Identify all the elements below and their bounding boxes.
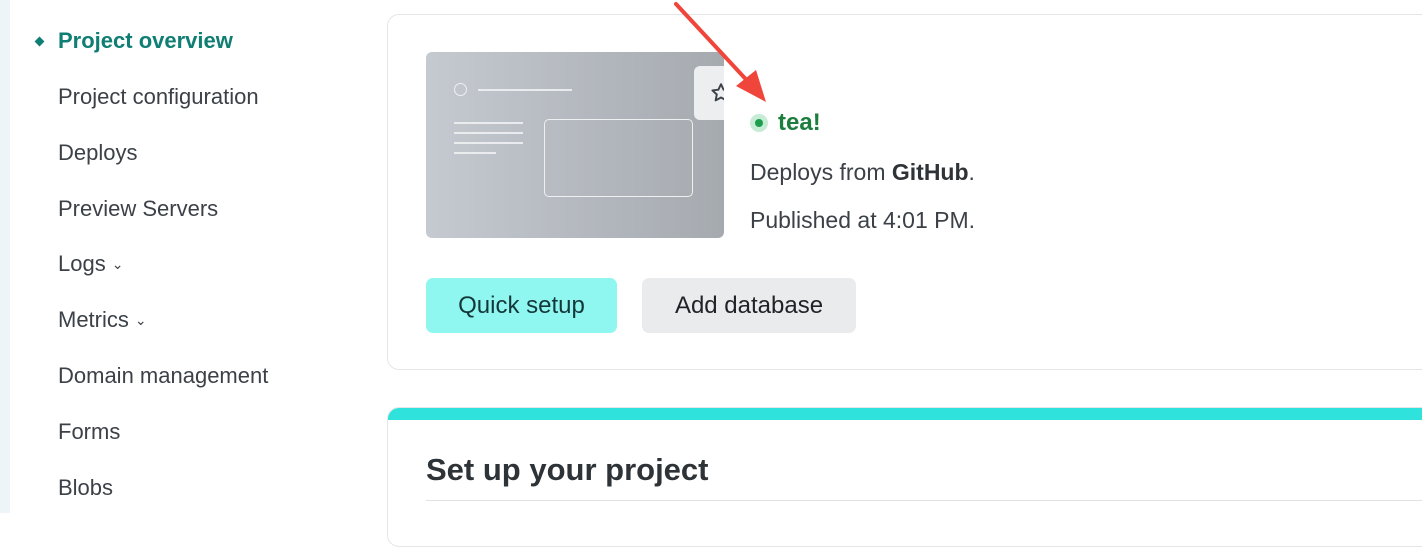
sidebar-item-domain-management[interactable]: Domain management <box>58 361 268 391</box>
preview-line-graphic <box>454 152 496 154</box>
left-edge-strip <box>0 0 10 513</box>
sidebar-item-project-configuration[interactable]: Project configuration <box>58 82 259 112</box>
sidebar-item-label: Project overview <box>58 28 233 53</box>
setup-card-accent-bar <box>388 408 1422 420</box>
preview-line-graphic <box>454 122 523 124</box>
sidebar-item-label: Preview Servers <box>58 196 219 221</box>
deploys-prefix: Deploys from <box>750 159 892 185</box>
active-indicator-icon <box>34 36 45 47</box>
setup-section-title: Set up your project <box>426 452 709 487</box>
sidebar-item-project-overview[interactable]: Project overview <box>34 26 233 56</box>
sidebar-item-label: Project configuration <box>58 84 259 109</box>
sidebar-item-logs[interactable]: Logs ⌄ <box>58 249 123 279</box>
annotation-arrow-icon <box>674 2 766 102</box>
sidebar-item-label: Domain management <box>58 363 269 388</box>
sidebar-item-metrics[interactable]: Metrics ⌄ <box>58 305 147 335</box>
sidebar-nav: Project overview Project configuration D… <box>10 0 370 513</box>
sidebar-item-deploys[interactable]: Deploys <box>58 138 137 168</box>
preview-line-graphic <box>454 132 523 134</box>
site-name-text: tea! <box>778 109 821 136</box>
site-name-link[interactable]: tea! <box>750 109 821 137</box>
status-dot-icon <box>750 114 768 132</box>
sidebar-item-label: Forms <box>58 419 121 444</box>
sidebar-item-label: Blobs <box>58 475 114 500</box>
setup-project-card: Set up your project <box>387 407 1422 547</box>
chevron-down-icon: ⌄ <box>134 312 147 328</box>
sidebar-item-label: Deploys <box>58 140 138 165</box>
published-time-text: Published at 4:01 PM. <box>750 207 976 233</box>
quick-setup-button[interactable]: Quick setup <box>426 278 617 333</box>
chevron-down-icon: ⌄ <box>111 256 124 272</box>
sidebar-item-label: Logs <box>58 251 106 276</box>
deploys-suffix: . <box>968 159 975 185</box>
sidebar-item-forms[interactable]: Forms <box>58 417 120 447</box>
sidebar-item-label: Metrics <box>58 307 129 332</box>
sidebar-item-blobs[interactable]: Blobs <box>58 473 113 503</box>
preview-line-graphic <box>478 89 572 91</box>
preview-box-graphic <box>544 119 693 197</box>
sidebar-item-preview-servers[interactable]: Preview Servers <box>58 194 218 224</box>
project-overview-card: tea! Deploys from GitHub. Published at 4… <box>387 14 1422 370</box>
deploy-source-text: Deploys from GitHub. <box>750 159 975 186</box>
preview-line-graphic <box>454 142 523 144</box>
add-database-button[interactable]: Add database <box>642 278 856 333</box>
deploy-source-name: GitHub <box>891 159 969 185</box>
preview-circle-graphic <box>454 83 467 96</box>
divider <box>426 500 1422 501</box>
